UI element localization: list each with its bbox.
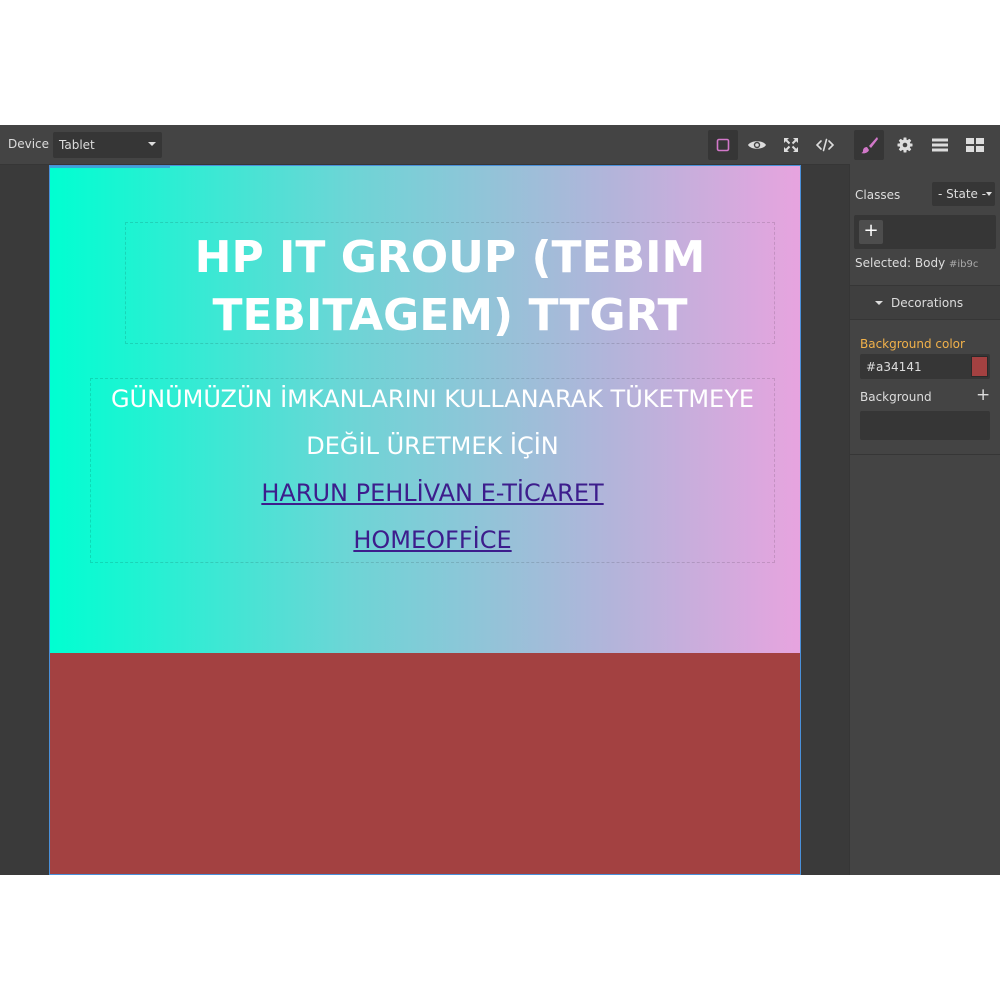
blocks-tab[interactable] xyxy=(960,130,990,160)
selected-name: Body xyxy=(914,256,946,270)
settings-tab[interactable] xyxy=(890,130,920,160)
style-manager-tab[interactable] xyxy=(854,130,884,160)
paint-brush-icon xyxy=(861,137,878,154)
code-icon xyxy=(815,138,835,152)
state-select[interactable]: - State - xyxy=(932,182,995,206)
device-label: Device xyxy=(8,137,50,151)
device-frame[interactable]: HP IT GROUP (TEBIM TEBITAGEM) TTGRT GÜNÜ… xyxy=(49,165,801,875)
canvas: HP IT GROUP (TEBIM TEBITAGEM) TTGRT GÜNÜ… xyxy=(0,165,850,875)
square-outline-icon xyxy=(716,138,730,152)
fullscreen-icon xyxy=(784,138,798,152)
title-container[interactable]: HP IT GROUP (TEBIM TEBITAGEM) TTGRT xyxy=(125,222,775,344)
page-title[interactable]: HP IT GROUP (TEBIM TEBITAGEM) TTGRT xyxy=(126,229,774,345)
selected-id: #ib9c xyxy=(949,259,979,270)
add-background-button[interactable]: + xyxy=(976,387,990,404)
code-button[interactable] xyxy=(810,130,840,160)
panel-tabs xyxy=(850,125,1000,165)
link-harun-pehlivan[interactable]: HARUN PEHLİVAN E-TİCARET xyxy=(91,479,774,507)
device-select-value: Tablet xyxy=(59,138,95,152)
state-select-value: - State - xyxy=(938,187,987,201)
fullscreen-button[interactable] xyxy=(776,130,806,160)
caret-down-icon xyxy=(875,301,883,305)
link-homeoffice-text[interactable]: HOMEOFFİCE xyxy=(353,526,511,554)
link-homeoffice[interactable]: HOMEOFFİCE xyxy=(91,526,774,554)
layers-tab[interactable] xyxy=(925,130,955,160)
layers-icon xyxy=(932,138,948,152)
link-harun-pehlivan-text[interactable]: HARUN PEHLİVAN E-TİCARET xyxy=(261,479,603,507)
selected-indicator: Selected: Body #ib9c xyxy=(855,256,978,270)
editor: Device Tablet HP IT GROUP (TEBIM TEBITAG… xyxy=(0,125,1000,875)
decorations-sector-header[interactable]: Decorations xyxy=(850,286,1000,320)
background-color-label: Background color xyxy=(860,337,965,351)
add-class-button[interactable]: + xyxy=(859,220,883,244)
eye-icon xyxy=(748,141,766,149)
background-color-value: #a34141 xyxy=(866,360,922,374)
selection-highlight xyxy=(50,166,170,168)
background-layers-field[interactable] xyxy=(860,411,990,440)
preview-button[interactable] xyxy=(742,130,772,160)
classes-label: Classes xyxy=(855,188,901,202)
blocks-icon xyxy=(966,138,984,152)
selected-label: Selected: xyxy=(855,256,912,270)
gear-icon xyxy=(897,137,913,153)
chevron-down-icon xyxy=(986,192,992,196)
background-label: Background xyxy=(860,390,932,404)
style-manager-panel: Classes - State - + Selected: Body #ib9c… xyxy=(849,165,1000,875)
device-select[interactable]: Tablet xyxy=(53,132,162,158)
classes-field[interactable]: + xyxy=(854,215,996,249)
decorations-title: Decorations xyxy=(891,296,964,310)
subtitle-line-1[interactable]: GÜNÜMÜZÜN İMKANLARINI KULLANARAK TÜKETME… xyxy=(91,385,774,413)
color-swatch[interactable] xyxy=(971,356,988,377)
divider xyxy=(850,454,1000,455)
subtitle-container[interactable]: GÜNÜMÜZÜN İMKANLARINI KULLANARAK TÜKETME… xyxy=(90,378,775,563)
subtitle-line-2[interactable]: DEĞİL ÜRETMEK İÇİN xyxy=(91,432,774,460)
background-color-field[interactable]: #a34141 xyxy=(860,354,990,379)
chevron-down-icon xyxy=(148,142,156,146)
sw-visibility-button[interactable] xyxy=(708,130,738,160)
hero-section[interactable]: HP IT GROUP (TEBIM TEBITAGEM) TTGRT GÜNÜ… xyxy=(50,166,800,653)
